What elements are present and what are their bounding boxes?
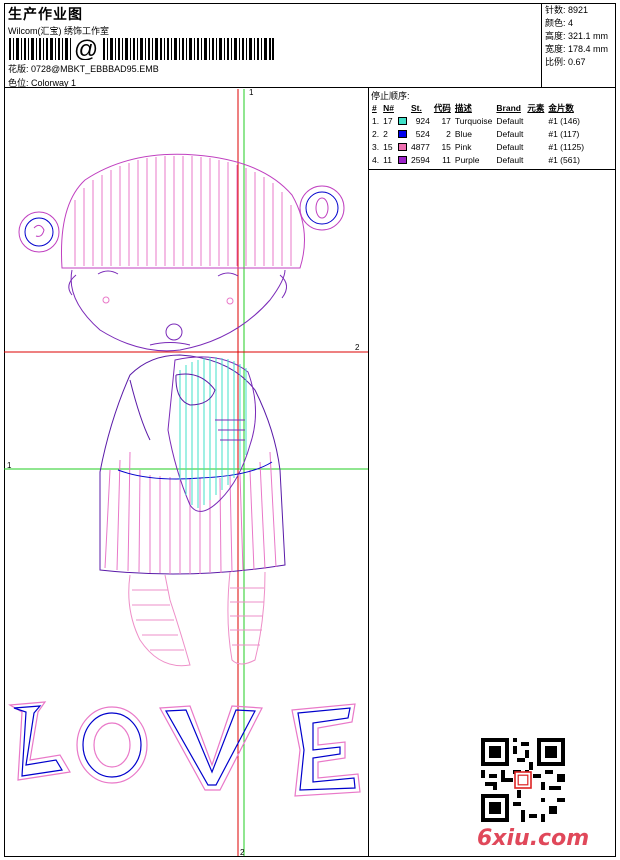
guide-label-bottom: 2 [240,848,245,857]
love-lettering [8,701,361,797]
hat [18,153,345,269]
face [68,269,287,352]
qr-code [481,738,565,822]
teddy-bear [167,356,257,512]
site-watermark-logo: 6xiu.com [477,826,590,851]
qr-center-seal [514,771,532,789]
guide-label-right: 2 [355,343,360,352]
guide-label-top: 1 [249,88,254,97]
guide-label-left: 1 [7,461,12,470]
embroidery-drawing: 1 2 1 2 [4,88,368,857]
legs [128,571,266,667]
